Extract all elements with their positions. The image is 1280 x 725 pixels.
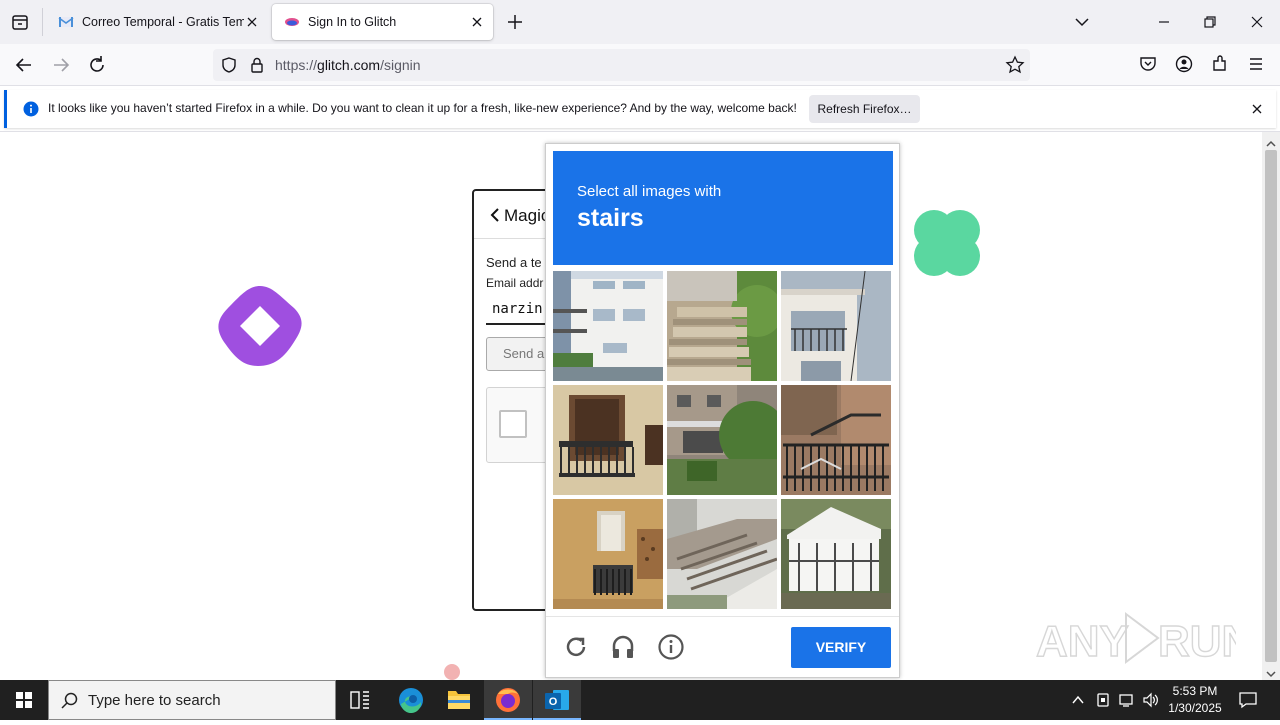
recaptcha-challenge-popup: Select all images with stairs VERIFY xyxy=(545,143,900,678)
scroll-thumb[interactable] xyxy=(1265,150,1277,662)
show-hidden-icons-chevron-icon[interactable] xyxy=(1070,692,1086,708)
glitch-green-shape xyxy=(910,208,984,280)
captcha-target-word: stairs xyxy=(577,204,644,232)
glitch-favicon-icon xyxy=(284,14,300,30)
captcha-footer: VERIFY xyxy=(546,616,899,678)
edge-browser-icon[interactable] xyxy=(387,680,435,720)
outlook-taskbar-icon[interactable]: O xyxy=(533,680,581,720)
info-icon[interactable] xyxy=(657,633,685,661)
clock-date: 1/30/2025 xyxy=(1168,701,1222,715)
reload-challenge-icon[interactable] xyxy=(562,633,590,661)
url-text: https://glitch.com/signin xyxy=(275,57,421,73)
svg-text:ANY: ANY xyxy=(1036,617,1129,666)
gmail-favicon-icon xyxy=(58,14,74,30)
network-icon[interactable] xyxy=(1118,692,1136,708)
minimize-icon[interactable] xyxy=(1154,12,1174,32)
tab-list-chevron-icon[interactable] xyxy=(1072,12,1092,32)
clock-time: 5:53 PM xyxy=(1172,684,1218,698)
decorative-shape xyxy=(444,664,460,680)
tab-sign-in-glitch[interactable]: Sign In to Glitch xyxy=(272,4,493,40)
svg-text:RUN: RUN xyxy=(1158,617,1236,666)
captcha-tile[interactable] xyxy=(553,385,663,495)
windows-taskbar: Type here to search O 5:53 PM 1/30/2025 xyxy=(0,680,1280,720)
notification-center-icon[interactable] xyxy=(1238,691,1258,709)
restore-icon[interactable] xyxy=(1200,12,1220,32)
defender-icon[interactable] xyxy=(1095,692,1111,708)
file-explorer-icon[interactable] xyxy=(435,680,483,720)
volume-icon[interactable] xyxy=(1142,692,1160,708)
notification-bar: It looks like you haven’t started Firefo… xyxy=(0,86,1280,132)
captcha-tile[interactable] xyxy=(667,499,777,609)
captcha-tile[interactable] xyxy=(781,385,891,495)
card-description: Send a te xyxy=(486,255,542,270)
close-tab-icon[interactable] xyxy=(469,14,485,30)
page-scrollbar[interactable] xyxy=(1262,132,1280,680)
email-label: Email addr xyxy=(486,276,544,290)
back-icon[interactable] xyxy=(13,54,35,76)
tracking-shield-icon[interactable] xyxy=(220,56,238,74)
pocket-icon[interactable] xyxy=(1138,54,1158,74)
scroll-up-icon[interactable] xyxy=(1266,136,1276,147)
taskbar-search-box[interactable]: Type here to search xyxy=(48,680,336,720)
captcha-tile[interactable] xyxy=(553,499,663,609)
captcha-tile[interactable] xyxy=(781,271,891,381)
search-icon xyxy=(60,691,80,711)
url-bar[interactable]: https://glitch.com/signin xyxy=(213,49,1030,81)
card-title[interactable]: Magic xyxy=(504,206,549,226)
tab-label: Correo Temporal - Gratis Temp xyxy=(82,15,244,29)
anyrun-watermark: ANY RUN xyxy=(1035,606,1254,670)
captcha-tile[interactable] xyxy=(553,271,663,381)
notification-message: It looks like you haven’t started Firefo… xyxy=(48,101,797,115)
glitch-purple-shape xyxy=(214,282,306,370)
bookmark-star-icon[interactable] xyxy=(1005,55,1025,75)
search-placeholder: Type here to search xyxy=(88,692,221,709)
forward-icon[interactable] xyxy=(50,54,72,76)
extensions-icon[interactable] xyxy=(1210,54,1230,74)
svg-text:O: O xyxy=(549,696,558,708)
tab-correo-temporal[interactable]: Correo Temporal - Gratis Temp xyxy=(46,4,268,40)
close-notification-icon[interactable] xyxy=(1249,101,1265,117)
tab-label: Sign In to Glitch xyxy=(308,15,397,29)
captcha-instruction: Select all images with xyxy=(577,183,722,200)
lock-icon[interactable] xyxy=(248,56,266,74)
list-all-tabs-icon[interactable] xyxy=(8,12,32,34)
reload-icon[interactable] xyxy=(86,54,108,76)
audio-challenge-icon[interactable] xyxy=(609,633,637,661)
system-clock[interactable]: 5:53 PM 1/30/2025 xyxy=(1166,683,1224,717)
verify-button[interactable]: VERIFY xyxy=(791,627,891,668)
tab-bar: Correo Temporal - Gratis Temp Sign In to… xyxy=(0,0,1280,44)
captcha-tile[interactable] xyxy=(781,499,891,609)
captcha-tile[interactable] xyxy=(667,385,777,495)
captcha-header: Select all images with stairs xyxy=(553,151,893,265)
captcha-tile[interactable] xyxy=(667,271,777,381)
account-icon[interactable] xyxy=(1174,54,1194,74)
new-tab-icon[interactable] xyxy=(505,12,525,32)
task-view-icon[interactable] xyxy=(336,680,384,720)
info-icon xyxy=(23,101,39,117)
windows-start-icon[interactable] xyxy=(0,680,48,720)
scroll-down-icon[interactable] xyxy=(1266,666,1276,678)
menu-hamburger-icon[interactable] xyxy=(1246,54,1266,74)
captcha-image-grid xyxy=(553,271,893,611)
navigation-bar: https://glitch.com/signin xyxy=(0,44,1280,86)
chevron-left-icon[interactable] xyxy=(488,207,502,223)
refresh-firefox-button[interactable]: Refresh Firefox… xyxy=(809,95,920,123)
recaptcha-checkbox[interactable] xyxy=(499,410,527,438)
close-tab-icon[interactable] xyxy=(244,14,260,30)
firefox-taskbar-icon[interactable] xyxy=(484,680,532,720)
close-window-icon[interactable] xyxy=(1247,12,1267,32)
